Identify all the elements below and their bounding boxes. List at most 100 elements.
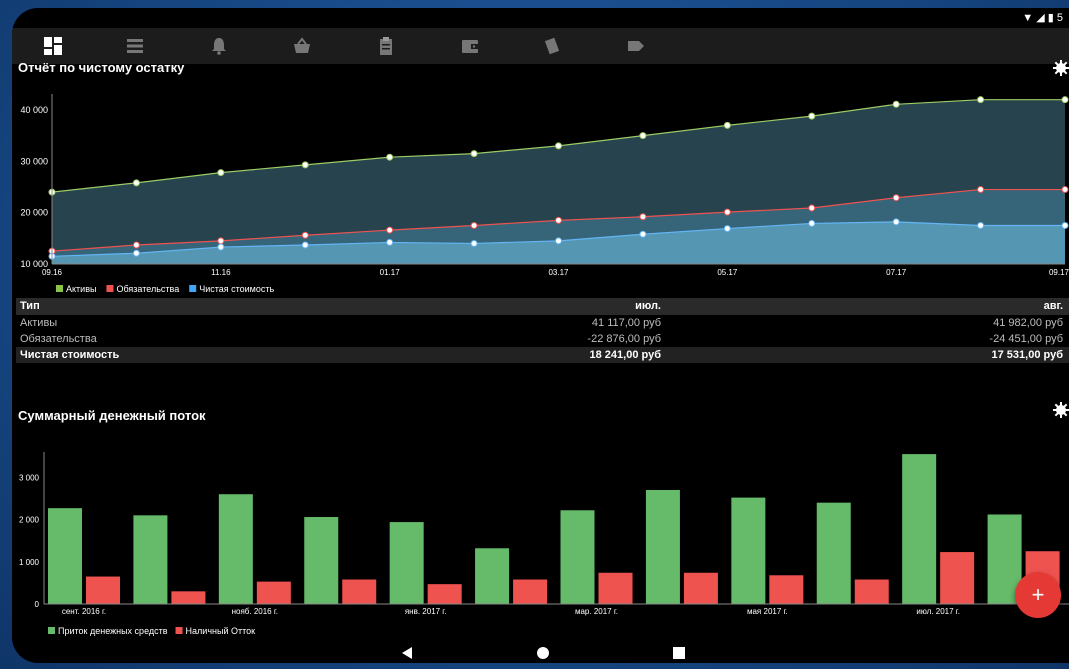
legend-label: Приток денежных средств — [58, 626, 168, 636]
table-row: Активы 41 117,00 руб 41 982,00 руб — [16, 315, 1069, 331]
header-aug: авг. — [1043, 300, 1063, 312]
back-button[interactable] — [400, 646, 414, 660]
plus-icon: + — [1031, 582, 1045, 607]
data-point — [301, 161, 309, 169]
data-point — [723, 208, 731, 216]
x-tick-label: янв. 2017 г. — [405, 607, 447, 616]
data-point — [639, 230, 647, 238]
bar-outflow — [940, 552, 975, 604]
row-value-aug: -24 451,00 руб — [989, 333, 1063, 345]
x-tick-label: 03.17 — [548, 268, 569, 277]
legend-swatch — [48, 627, 55, 634]
legend-swatch — [56, 285, 63, 292]
data-point — [808, 219, 816, 227]
header-type: Тип — [20, 300, 40, 312]
data-point — [977, 186, 985, 194]
signal-icon: ◢ — [1036, 12, 1045, 24]
data-point — [808, 204, 816, 212]
bar-outflow — [86, 576, 120, 604]
legend-label: Активы — [66, 284, 96, 294]
recents-button[interactable] — [672, 646, 686, 660]
x-tick-label: сент. 2016 г. — [62, 607, 106, 616]
bell-icon[interactable] — [209, 36, 229, 56]
tag-icon[interactable] — [626, 36, 646, 56]
data-point — [470, 221, 478, 229]
header-jul: июл. — [635, 300, 661, 312]
home-button[interactable] — [536, 646, 550, 660]
bar-outflow — [427, 584, 462, 604]
legend-label: Наличный Отток — [186, 626, 256, 636]
table-row: Обязательства -22 876,00 руб -24 451,00 … — [16, 331, 1069, 347]
bar-inflow — [560, 510, 595, 604]
wallet-icon[interactable] — [460, 36, 480, 56]
basket-icon[interactable] — [292, 36, 312, 56]
data-point — [1061, 186, 1069, 194]
data-point — [1061, 221, 1069, 229]
data-point — [892, 100, 900, 108]
legend-swatch — [106, 285, 114, 292]
dashboard-icon[interactable] — [43, 36, 63, 56]
data-point — [639, 132, 647, 140]
data-point — [217, 243, 225, 251]
data-point — [892, 218, 900, 226]
data-point — [977, 96, 985, 104]
tab-bar — [12, 28, 1069, 64]
y-tick-label: 30 000 — [20, 156, 48, 166]
status-text: 5 — [1056, 12, 1063, 24]
data-point — [217, 169, 225, 177]
status-bar: ▼ ◢ ▮ 5 — [12, 8, 1069, 28]
bar-inflow — [475, 548, 510, 604]
cash-flow-chart: 0 1 000 2 000 3 000 сент. 2016 г. нояб. 2016 … — [19, 452, 1069, 636]
bar-inflow — [645, 490, 680, 604]
table-total-row: Чистая стоимость 18 241,00 руб 17 531,00… — [16, 347, 1069, 363]
data-point — [555, 216, 562, 224]
clipboard-icon[interactable] — [376, 36, 396, 56]
legend-swatch — [189, 285, 197, 292]
x-tick-label: 07.17 — [886, 268, 907, 277]
data-point — [132, 179, 140, 187]
device-screen: ▼ ◢ ▮ 5 Отчёт по чистому остатку 10 000 … — [12, 8, 1069, 663]
cards-icon[interactable] — [542, 36, 562, 56]
bar-outflow — [342, 579, 377, 604]
bar-inflow — [731, 497, 766, 604]
x-tick-label: 01.17 — [380, 268, 401, 277]
row-value-jul: -22 876,00 руб — [587, 333, 661, 345]
android-navigation-bar — [12, 642, 1069, 663]
bar-outflow — [598, 572, 633, 604]
x-tick-label: нояб. 2016 г. — [232, 607, 278, 616]
x-tick-label: 09.16 — [42, 268, 63, 277]
data-point — [977, 221, 985, 229]
data-point — [386, 226, 394, 234]
gear-icon[interactable] — [1053, 402, 1069, 418]
data-point — [555, 142, 562, 150]
y-tick-label: 20 000 — [20, 208, 48, 218]
wifi-icon: ▼ — [1022, 12, 1034, 24]
x-tick-label: мая 2017 г. — [747, 607, 788, 616]
bar-outflow — [256, 581, 291, 604]
bar-inflow — [218, 494, 253, 604]
data-point — [470, 150, 478, 158]
row-label: Активы — [20, 317, 58, 329]
row-label: Обязательства — [20, 333, 97, 345]
data-point — [301, 241, 309, 249]
row-value-aug: 41 982,00 руб — [993, 317, 1063, 329]
add-fab-button[interactable]: + — [1015, 572, 1061, 618]
data-point — [386, 238, 394, 246]
x-tick-label: мар. 2017 г. — [575, 607, 618, 616]
y-tick-label: 1 000 — [19, 558, 40, 567]
x-tick-label: 09.17 — [1049, 268, 1069, 277]
x-tick-label: 05.17 — [717, 268, 738, 277]
battery-icon: ▮ — [1047, 12, 1054, 24]
bar-inflow — [48, 508, 82, 604]
legend-label: Обязательства — [116, 284, 179, 294]
data-point — [1061, 96, 1069, 104]
bar-outflow — [854, 579, 889, 604]
list-icon[interactable] — [125, 36, 145, 56]
bar-inflow — [902, 454, 937, 604]
bar-outflow — [171, 591, 206, 604]
data-point — [217, 237, 225, 245]
data-point — [301, 231, 309, 239]
data-point — [808, 112, 816, 120]
legend-label: Чистая стоимость — [199, 284, 274, 294]
data-point — [386, 153, 394, 161]
